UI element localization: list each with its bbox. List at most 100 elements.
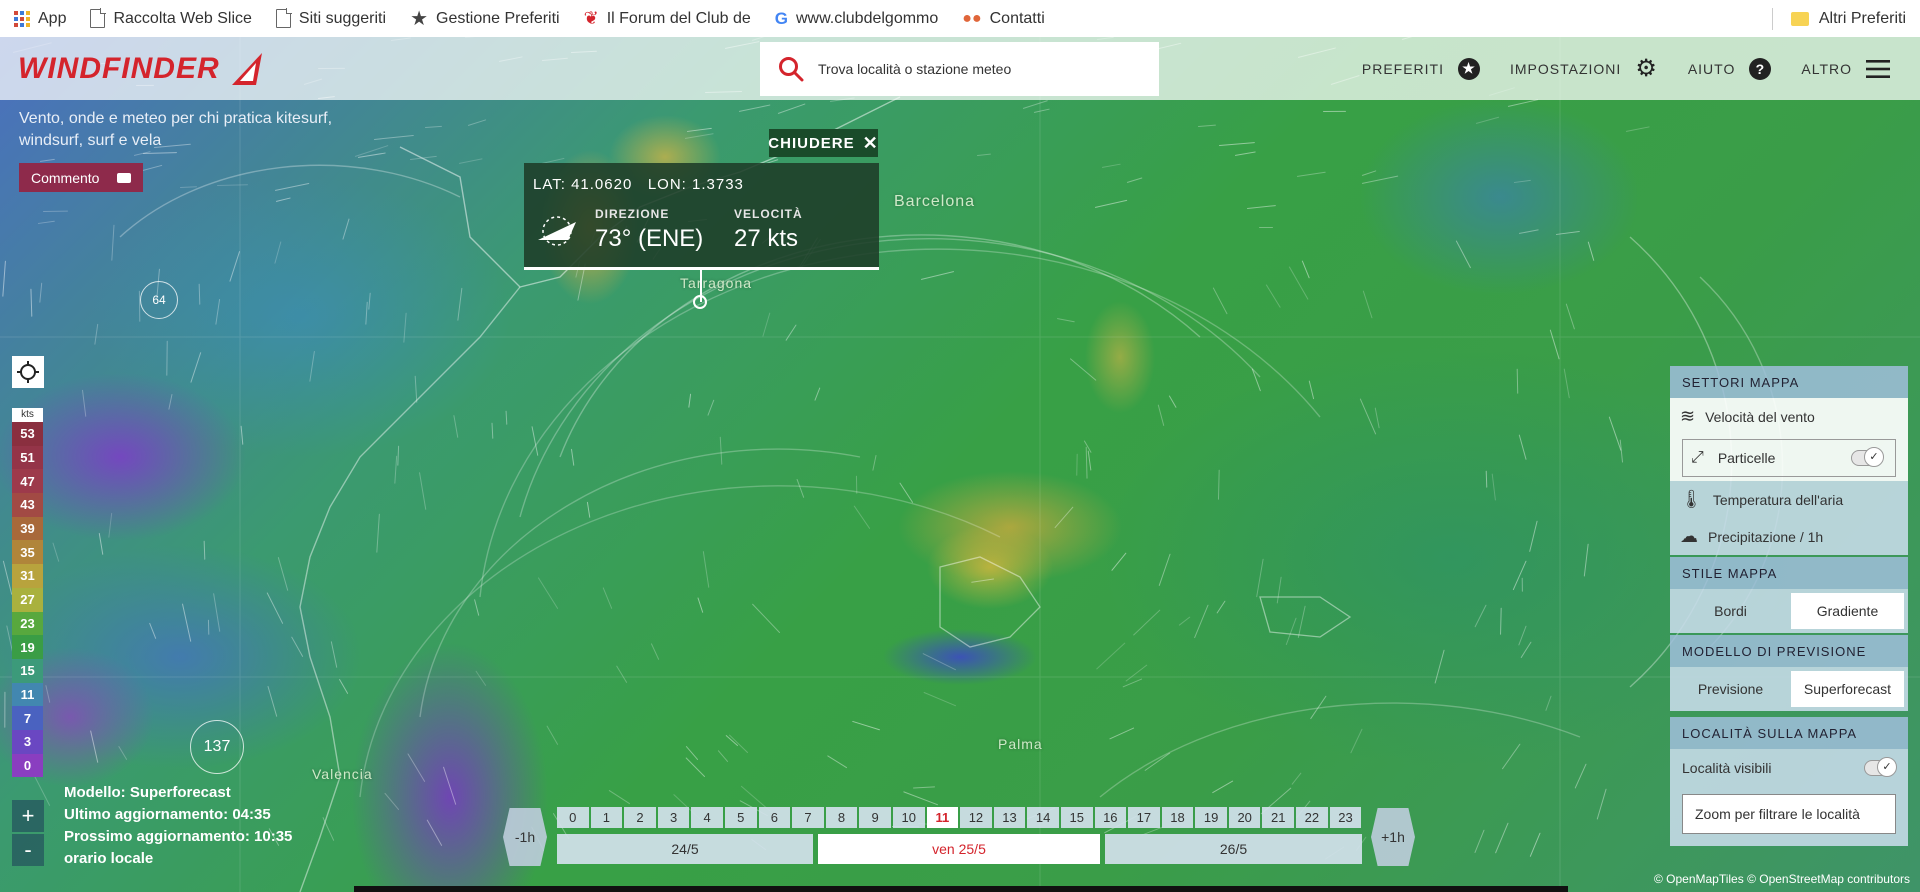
zoom-out-button[interactable]: - [12,834,44,866]
star-icon: ★ [410,8,428,30]
city-label-tarragona[interactable]: Tarragona [680,275,752,291]
other-favorites[interactable]: Altri Preferiti [1771,0,1906,37]
timeline-hour[interactable]: 8 [825,807,858,828]
windfinder-logo[interactable]: WINDFINDER [18,51,266,87]
timeline-day[interactable]: 26/5 [1105,834,1362,864]
model-forecast-option[interactable]: Previsione [1674,671,1787,707]
timeline-hour[interactable]: 19 [1195,807,1227,828]
timeline-prev-hour-button[interactable]: -1h [503,808,547,866]
marker-cluster[interactable]: 137 [190,720,244,774]
bookmark-clubdelgommone[interactable]: G www.clubdelgommo [775,9,939,29]
bookmark-web-slice[interactable]: Raccolta Web Slice [90,8,252,28]
city-label-palma[interactable]: Palma [998,736,1043,752]
legend-value: 15 [12,658,43,683]
map-credits[interactable]: © OpenMapTiles © OpenStreetMap contribut… [1654,872,1910,886]
bookmark-forum[interactable]: ❦ Il Forum del Club de [584,8,751,29]
nav-more[interactable]: ALTRO [1801,59,1890,79]
timeline-hour[interactable]: 7 [792,807,824,828]
layer-air-temperature[interactable]: 🌡 Temperatura dell'aria [1670,481,1908,518]
legend-value: 31 [12,564,43,588]
timeline-hour[interactable]: 3 [657,807,690,828]
legend-value: 19 [12,635,43,659]
timeline-hour[interactable]: 21 [1262,807,1295,828]
lon-value: 1.3733 [692,176,744,193]
popup-close-label: CHIUDERE [768,134,855,152]
nav-help-label: AIUTO [1687,60,1736,77]
places-visible-row[interactable]: Località visibili [1670,749,1908,786]
legend-value: 39 [12,516,43,541]
timeline-hour[interactable]: 0 [557,807,589,828]
bookmark-app[interactable]: App [14,10,66,28]
timeline-hour[interactable]: 16 [1094,807,1127,828]
hamburger-menu-icon [1866,59,1890,78]
marker-cluster[interactable]: 64 [140,281,178,319]
layer-precipitation[interactable]: ☁ Precipitazione / 1h [1670,518,1908,555]
timeline-hour[interactable]: 14 [1027,807,1059,828]
timeline-hour[interactable]: 23 [1329,807,1362,828]
bookmark-contacts[interactable]: ●● Contatti [962,10,1044,28]
bookmark-suggested-sites[interactable]: Siti suggeriti [275,8,386,28]
timeline-hour[interactable]: 12 [960,807,992,828]
bookmark-label: App [38,9,67,27]
site-header: WINDFINDER PREFERITI ★ IMPOSTAZIONI ⚙ AI… [0,37,1920,100]
zoom-filter-button[interactable]: Zoom per filtrare le località [1682,794,1896,834]
nav-settings[interactable]: IMPOSTAZIONI ⚙ [1510,54,1658,83]
timeline-hour[interactable]: 17 [1128,807,1160,828]
legend-value: 7 [12,706,43,730]
forecast-model-selector: Previsione Superforecast [1670,667,1908,711]
bookmark-manage-favorites[interactable]: ★ Gestione Preferiti [410,6,560,31]
timeline-hour[interactable]: 22 [1296,807,1328,828]
model-superforecast-option[interactable]: Superforecast [1791,671,1904,707]
layer-wind-speed-label: Velocità del vento [1705,408,1815,425]
timeline-hour[interactable]: 13 [993,807,1026,828]
city-label-barcelona[interactable]: Barcelona [894,193,975,211]
timeline-next-hour-button[interactable]: +1h [1371,808,1415,866]
locate-me-button[interactable] [12,356,44,388]
timeline-hour[interactable]: 10 [892,807,925,828]
wind-icon: ≋ [1680,406,1696,426]
timeline-day[interactable]: 24/5 [557,834,813,864]
map-settings-panel: SETTORI MAPPA ≋ Velocità del vento ⤢ Par… [1670,366,1908,846]
layer-particles-label: Particelle [1717,450,1776,466]
timeline-hour[interactable]: 9 [859,807,891,828]
search-box[interactable] [760,42,1159,96]
timeline-day-selected[interactable]: ven 25/5 [818,834,1100,864]
timeline-hour[interactable]: 1 [590,807,623,828]
layer-particles[interactable]: ⤢ Particelle [1682,439,1896,477]
nav-favorites-label: PREFERITI [1361,60,1444,77]
zoom-in-button[interactable]: + [12,800,44,832]
style-borders-option[interactable]: Bordi [1674,593,1787,629]
places-visible-toggle[interactable] [1864,756,1897,777]
layer-wind-speed[interactable]: ≋ Velocità del vento [1670,398,1908,435]
search-input[interactable] [816,60,1120,78]
style-gradient-option[interactable]: Gradiente [1791,593,1904,629]
timeline-hour[interactable]: 6 [758,807,791,828]
timeline-hour[interactable]: 20 [1228,807,1261,828]
timeline-hour[interactable]: 4 [691,807,723,828]
direction-label: DIREZIONE [595,207,670,221]
google-icon: G [774,8,788,28]
folder-icon [1790,11,1809,26]
legend-value: 43 [12,493,43,517]
nav-help[interactable]: AIUTO ? [1687,57,1772,80]
document-icon [275,8,292,28]
timeline-hour[interactable]: 15 [1060,807,1093,828]
layer-particles-row: ⤢ Particelle [1670,435,1908,481]
map-style-selector: Bordi Gradiente [1670,589,1908,633]
nav-settings-label: IMPOSTAZIONI [1510,60,1622,77]
particles-toggle[interactable] [1851,447,1884,467]
city-label-valencia[interactable]: Valencia [312,766,373,782]
timeline-hour[interactable]: 18 [1161,807,1194,828]
timeline-hour-selected[interactable]: 11 [926,807,959,828]
wind-map[interactable]: Barcelona Tarragona Valencia Palma 64 13… [0,37,1920,892]
nav-favorites[interactable]: PREFERITI ★ [1361,57,1480,80]
timeline-hour[interactable]: 2 [624,807,656,828]
bookmark-label: Gestione Preferiti [436,9,560,27]
popup-close-button[interactable]: CHIUDERE ✕ [768,129,878,157]
timeline-hour[interactable]: 5 [724,807,757,828]
comment-button[interactable]: Commento [19,163,143,192]
separator [1771,7,1773,30]
section-map-style-title: STILE MAPPA [1670,557,1908,589]
layer-air-temperature-label: Temperatura dell'aria [1712,491,1844,508]
bookmarks-bar: App Raccolta Web Slice Siti suggeriti ★ … [0,0,1920,38]
